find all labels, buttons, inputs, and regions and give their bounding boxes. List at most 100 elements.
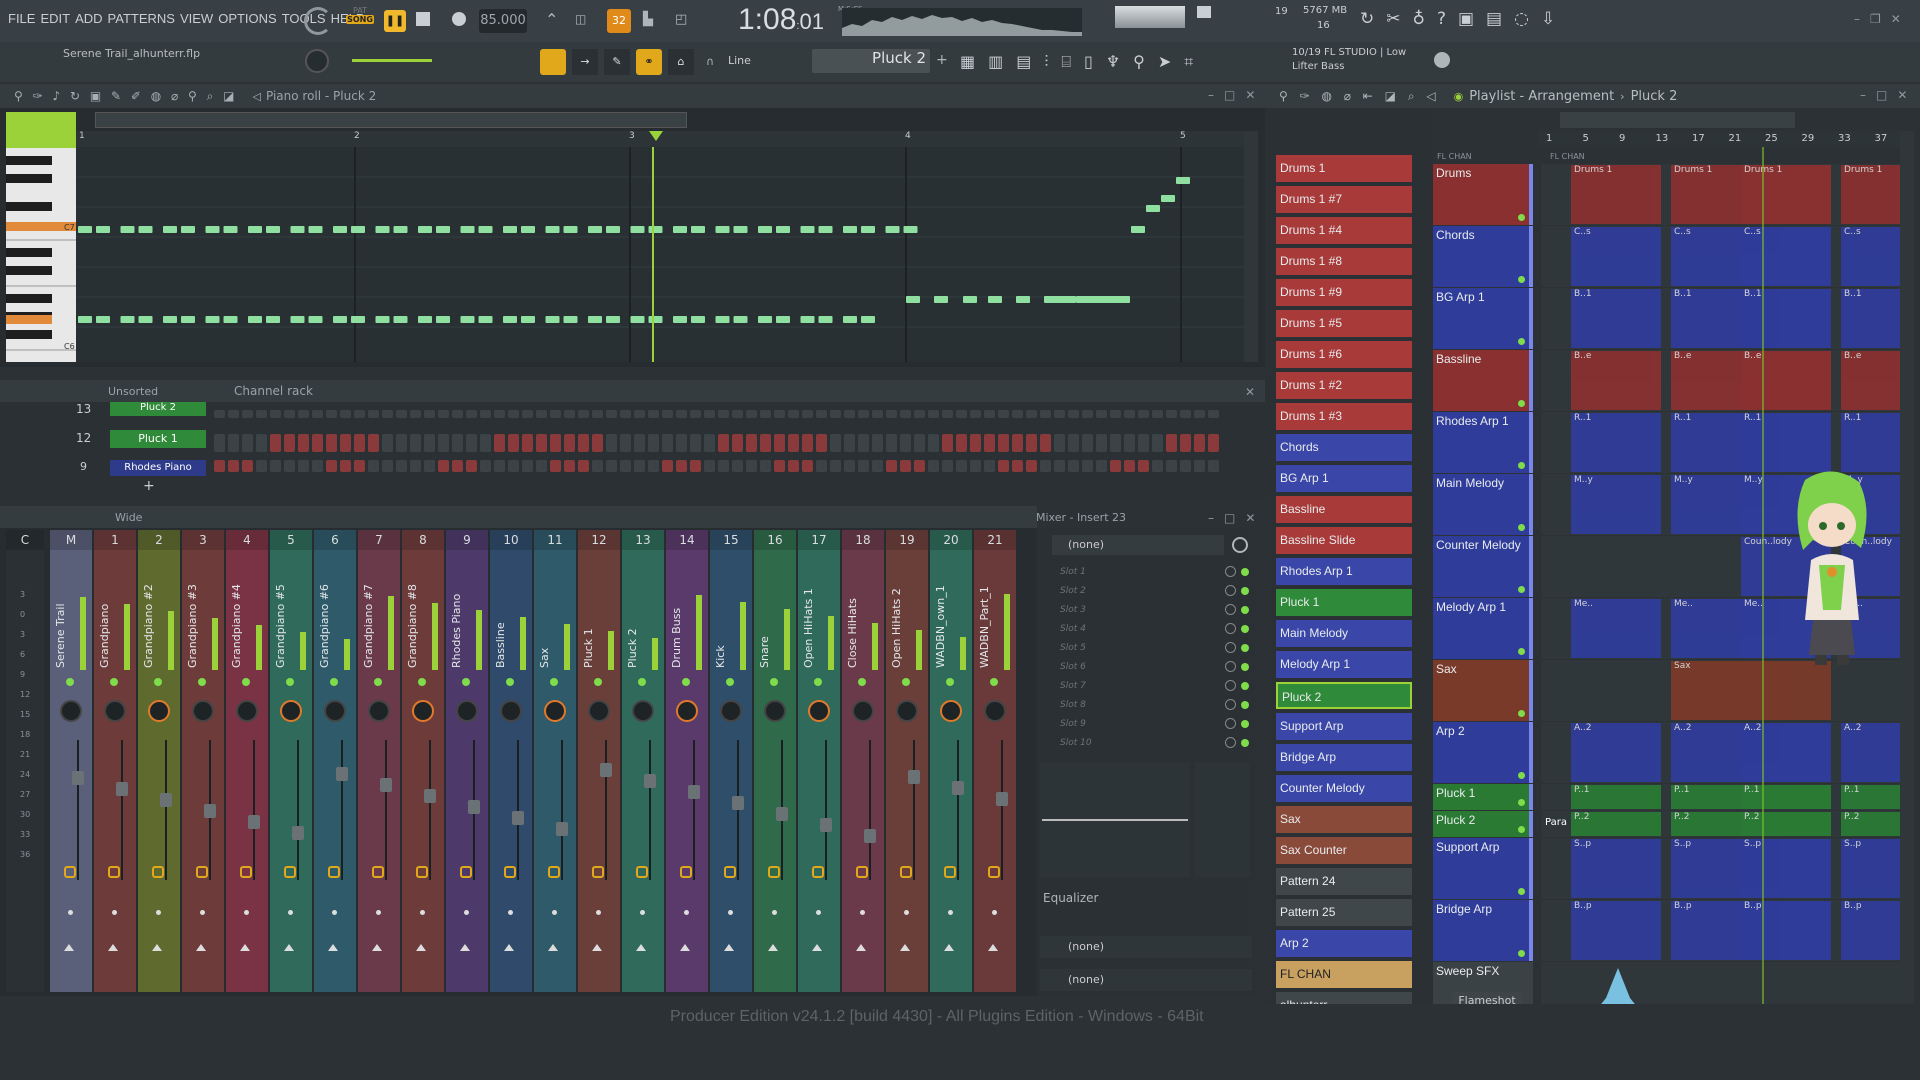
step-button[interactable] (508, 434, 519, 452)
step-button[interactable] (788, 410, 799, 418)
step-button[interactable] (662, 410, 673, 418)
track-header[interactable]: Rhodes Arp 1 (1433, 412, 1533, 473)
browser-icon[interactable]: ⌸ (1061, 52, 1071, 72)
menu-options[interactable]: OPTIONS (218, 11, 277, 26)
pan-knob[interactable] (588, 700, 610, 722)
note[interactable] (934, 296, 948, 303)
tempo-display[interactable]: 85.000 (479, 9, 527, 33)
mute-led[interactable] (374, 678, 382, 686)
step-button[interactable] (816, 460, 827, 472)
note[interactable] (843, 316, 857, 323)
clip[interactable]: R..1 (1841, 413, 1900, 472)
send-arrow-icon[interactable] (460, 944, 470, 951)
track-lane[interactable]: P..1 P..1 P..1 P..1 (1541, 784, 1900, 810)
note[interactable] (351, 226, 365, 233)
clip[interactable]: P..1 (1571, 785, 1661, 809)
send-arrow-icon[interactable] (240, 944, 250, 951)
note[interactable] (818, 316, 833, 323)
step-button[interactable] (1194, 460, 1205, 472)
volume-fader[interactable] (380, 778, 392, 792)
note[interactable] (248, 226, 262, 233)
track-lane[interactable]: R..1 R..1 R..1 R..1 (1541, 412, 1900, 473)
step-button[interactable] (886, 460, 897, 472)
clip[interactable]: B..1 (1571, 289, 1661, 348)
step-button[interactable] (1068, 460, 1079, 472)
step-button[interactable] (998, 460, 1009, 472)
cart-icon[interactable]: ⌗ (1184, 52, 1193, 72)
lock-icon[interactable] (680, 866, 692, 878)
step-button[interactable] (1096, 410, 1107, 418)
step-button[interactable] (970, 434, 981, 452)
note[interactable] (715, 226, 730, 233)
note[interactable] (375, 316, 390, 323)
note[interactable] (393, 316, 408, 323)
playlist-track[interactable]: Sax Sax (1433, 660, 1900, 722)
mute-led[interactable] (902, 678, 910, 686)
stop-button[interactable] (416, 12, 430, 26)
clip[interactable]: Drums 1 (1571, 165, 1661, 224)
mute-led[interactable] (66, 678, 74, 686)
note[interactable] (691, 316, 705, 323)
route-dot[interactable] (728, 910, 733, 915)
send-arrow-icon[interactable] (592, 944, 602, 951)
pattern-item[interactable]: BG Arp 1 (1276, 465, 1412, 492)
step-button[interactable] (368, 434, 379, 452)
route-dot[interactable] (68, 910, 73, 915)
mixer-track[interactable]: 19 Open HiHats 2 (886, 530, 928, 992)
step-button[interactable] (228, 460, 239, 472)
note[interactable] (78, 226, 92, 233)
volume-fader[interactable] (864, 829, 876, 843)
slot-led[interactable] (1241, 624, 1249, 633)
note[interactable] (521, 226, 535, 233)
step-button[interactable] (578, 410, 589, 418)
mute-led[interactable] (814, 678, 822, 686)
mixer-track[interactable]: 2 Grandpiano #2 (138, 530, 180, 992)
step-button[interactable] (1208, 434, 1219, 452)
fx-slot[interactable]: Slot 4 (1044, 619, 1250, 638)
mixer-track[interactable]: 14 Drum Buss (666, 530, 708, 992)
slot-led[interactable] (1241, 605, 1249, 614)
note[interactable] (588, 316, 602, 323)
step-button[interactable] (942, 410, 953, 418)
maximize-icon[interactable]: □ (1224, 511, 1235, 525)
clip[interactable]: A..2 (1571, 723, 1661, 782)
step-button[interactable] (1082, 410, 1093, 418)
step-button[interactable] (1040, 434, 1051, 452)
vocal-icon[interactable]: ⚲ (1133, 52, 1145, 72)
step-button[interactable] (676, 410, 687, 418)
step-button[interactable] (410, 434, 421, 452)
clip[interactable]: P..2 (1741, 812, 1831, 836)
playlist-track[interactable]: Bassline B..e B..e B..e B..e (1433, 350, 1900, 412)
route-dot[interactable] (860, 910, 865, 915)
note[interactable] (691, 226, 705, 233)
step-button[interactable] (410, 410, 421, 418)
volume-fader[interactable] (116, 782, 128, 796)
step-button[interactable] (1012, 410, 1023, 418)
step-button[interactable] (1012, 434, 1023, 452)
step-button[interactable] (522, 434, 533, 452)
step-button[interactable] (746, 410, 757, 418)
note[interactable] (78, 316, 92, 323)
route-dot[interactable] (156, 910, 161, 915)
note[interactable] (333, 316, 347, 323)
lock-icon[interactable] (900, 866, 912, 878)
pl-ruler[interactable]: 1 5 9 13 17 21 25 29 33 37 (1538, 131, 1900, 147)
volume-fader[interactable] (556, 822, 568, 836)
volume-fader[interactable] (292, 826, 304, 840)
step-button[interactable] (396, 434, 407, 452)
slot-mix-knob[interactable] (1225, 585, 1236, 596)
step-button[interactable] (466, 460, 477, 472)
close-icon[interactable]: ✕ (1245, 385, 1255, 399)
fx-slot[interactable]: Slot 5 (1044, 638, 1250, 657)
mixer-track[interactable]: 1 Grandpiano (94, 530, 136, 992)
volume-fader[interactable] (204, 804, 216, 818)
channel-button[interactable]: Rhodes Piano (110, 460, 206, 476)
step-button[interactable] (438, 460, 449, 472)
step-button[interactable] (410, 460, 421, 472)
step-button[interactable] (1124, 460, 1135, 472)
note[interactable] (418, 226, 432, 233)
slot-mix-knob[interactable] (1225, 642, 1236, 653)
note[interactable] (460, 226, 475, 233)
note[interactable] (266, 226, 280, 233)
track-header[interactable]: Main Melody (1433, 474, 1533, 535)
